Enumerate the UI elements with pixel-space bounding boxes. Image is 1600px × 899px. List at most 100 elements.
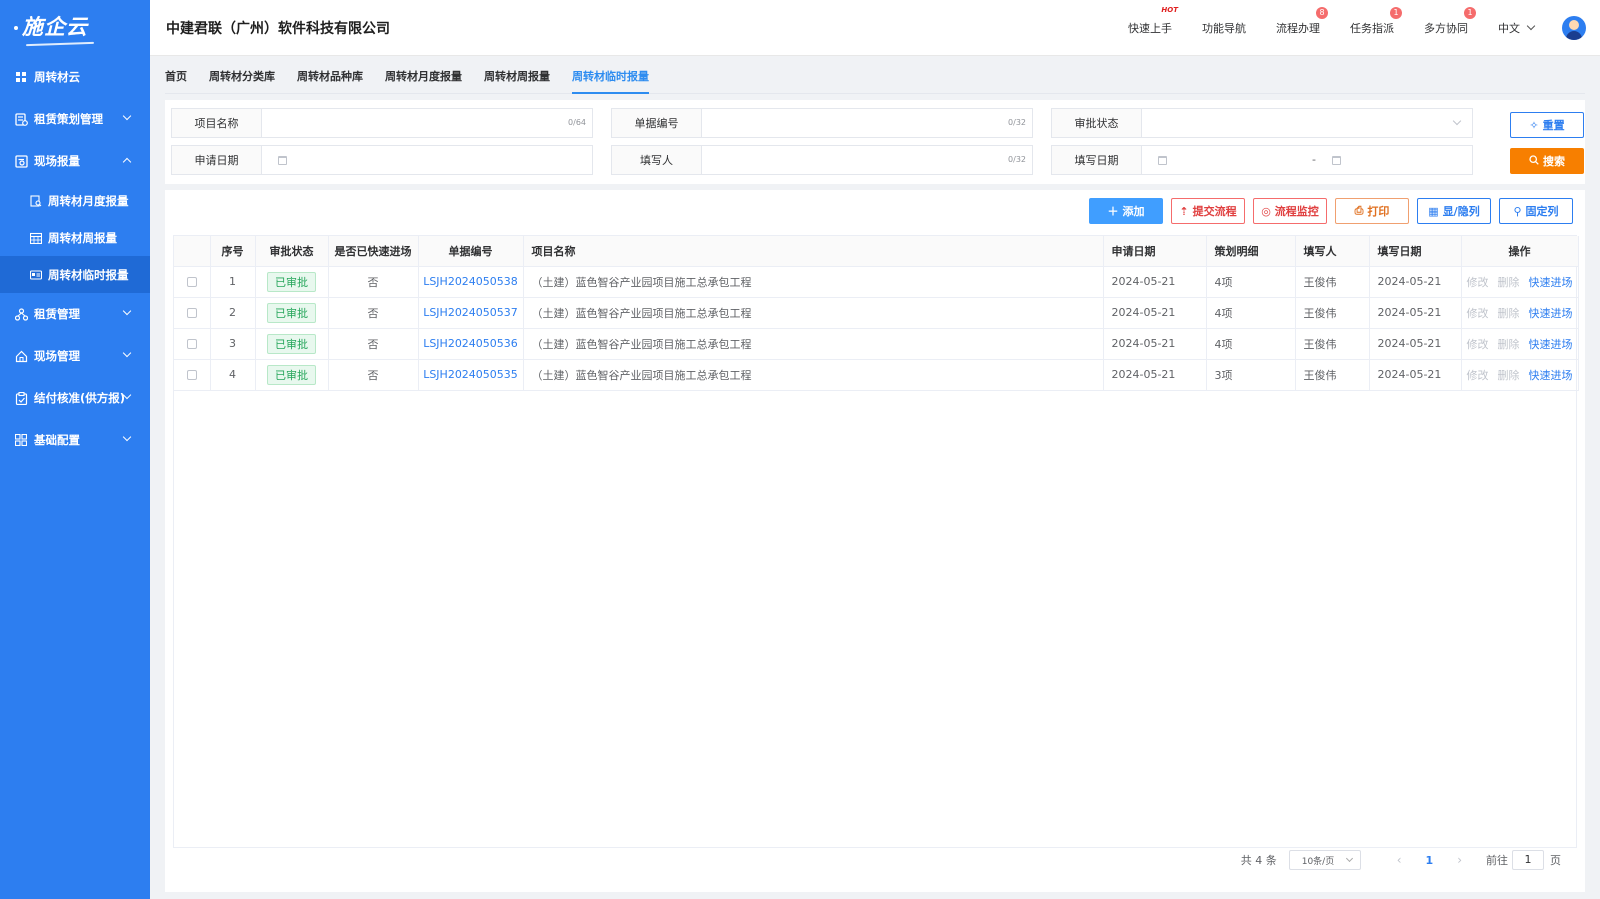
edit-link[interactable]: 修改: [1467, 307, 1489, 320]
sidebar-item-site-management[interactable]: 现场管理: [0, 335, 150, 377]
fill-date-field: 填写日期 -: [1051, 145, 1473, 175]
quick-entry-link[interactable]: 快速进场: [1529, 338, 1573, 351]
row-checkbox[interactable]: [174, 328, 211, 360]
cell-status: 已审批: [255, 266, 329, 298]
button-label: 重置: [1542, 119, 1565, 132]
nav-label: 快速上手: [1128, 22, 1172, 35]
nav-collaboration[interactable]: 多方协同 1: [1424, 7, 1476, 36]
search-button[interactable]: 搜索: [1510, 148, 1584, 174]
cell-no: 1: [210, 266, 256, 298]
print-button[interactable]: ⎙ 打印: [1335, 198, 1409, 224]
quick-entry-link[interactable]: 快速进场: [1529, 369, 1573, 382]
tab-variety-library[interactable]: 周转材品种库: [297, 64, 363, 94]
reset-button[interactable]: ✧ 重置: [1510, 112, 1584, 138]
checkbox[interactable]: [186, 339, 197, 349]
checkbox[interactable]: [186, 308, 197, 318]
doc-search-icon: [30, 194, 42, 207]
row-checkbox[interactable]: [174, 297, 211, 329]
cell-quick-entry: 否: [328, 297, 419, 329]
avatar[interactable]: [1562, 16, 1586, 40]
tab-weekly-report[interactable]: 周转材周报量: [484, 64, 550, 94]
sidebar-item-settlement-approval[interactable]: 结付核准(供方报): [0, 377, 150, 419]
row-checkbox[interactable]: [174, 359, 211, 391]
apply-date-picker[interactable]: [262, 146, 592, 174]
cell-project: （土建）蓝色智谷产业园项目施工总承包工程: [523, 266, 1104, 298]
approval-status-field: 审批状态: [1051, 108, 1473, 138]
submit-flow-button[interactable]: ⇡ 提交流程: [1171, 198, 1245, 224]
edit-link[interactable]: 修改: [1467, 338, 1489, 351]
sidebar-item-label: 现场报量: [34, 154, 80, 168]
quick-entry-link[interactable]: 快速进场: [1529, 307, 1573, 320]
delete-link[interactable]: 删除: [1498, 338, 1520, 351]
tab-monthly-report[interactable]: 周转材月度报量: [385, 64, 462, 94]
row-checkbox[interactable]: [174, 266, 211, 298]
goto-suffix: 页: [1550, 854, 1561, 867]
page-number-current[interactable]: 1: [1426, 854, 1434, 867]
field-label: 申请日期: [172, 146, 262, 174]
total-count: 共 4 条: [1240, 854, 1277, 867]
checkbox[interactable]: [186, 277, 197, 287]
goto-page-input[interactable]: 1: [1512, 850, 1544, 870]
doc-no-input[interactable]: 0/32: [702, 109, 1032, 137]
sidebar-item-basic-config[interactable]: 基础配置: [0, 419, 150, 461]
sidebar-item-label: 基础配置: [34, 433, 80, 447]
next-page-icon[interactable]: ›: [1457, 853, 1462, 867]
calendar-icon: [1332, 156, 1341, 165]
nav-function-guide[interactable]: 功能导航: [1202, 20, 1246, 36]
project-name-input[interactable]: 0/64: [262, 109, 592, 137]
nav-task-assignment[interactable]: 任务指派 1: [1350, 7, 1402, 36]
doc-no-link[interactable]: LSJH2024050538: [423, 275, 518, 288]
language-select[interactable]: 中文: [1498, 20, 1536, 36]
nav-label: 任务指派: [1350, 22, 1394, 35]
tab-category-library[interactable]: 周转材分类库: [209, 64, 275, 94]
checkbox[interactable]: [186, 370, 197, 380]
edit-link[interactable]: 修改: [1467, 369, 1489, 382]
plan-icon: [14, 112, 28, 126]
sidebar-subitem-weekly-report[interactable]: 周转材周报量: [0, 219, 150, 256]
sidebar-subitem-monthly-report[interactable]: 周转材月度报量: [0, 182, 150, 219]
org-icon: [14, 307, 28, 321]
doc-no-link[interactable]: LSJH2024050537: [423, 306, 518, 319]
delete-link[interactable]: 删除: [1498, 307, 1520, 320]
add-button[interactable]: ＋ 添加: [1089, 198, 1163, 224]
sidebar-item-lease-planning[interactable]: 租赁策划管理: [0, 98, 150, 140]
status-badge: 已审批: [267, 302, 316, 323]
field-label: 审批状态: [1052, 109, 1142, 137]
button-label: 流程监控: [1274, 205, 1319, 218]
monitor-flow-button[interactable]: ◎ 流程监控: [1253, 198, 1327, 224]
doc-no-field: 单据编号 0/32: [611, 108, 1033, 138]
sidebar-item-lease-management[interactable]: 租赁管理: [0, 293, 150, 335]
fill-date-range-picker[interactable]: -: [1142, 146, 1472, 174]
nav-quick-start[interactable]: 快速上手 HOT: [1128, 6, 1178, 36]
logo[interactable]: 施企云: [0, 0, 150, 56]
fix-columns-button[interactable]: ⚲ 固定列: [1499, 198, 1573, 224]
field-label: 单据编号: [612, 109, 702, 137]
edit-link[interactable]: 修改: [1467, 276, 1489, 289]
col-header-doc-no: 单据编号: [418, 236, 524, 267]
filler-input[interactable]: 0/32: [702, 146, 1032, 174]
language-label: 中文: [1498, 22, 1520, 35]
approval-status-select[interactable]: [1142, 109, 1472, 137]
select-all-header[interactable]: [174, 236, 211, 267]
col-header-status: 审批状态: [255, 236, 329, 267]
doc-no-link[interactable]: LSJH2024050536: [423, 337, 518, 350]
quick-entry-link[interactable]: 快速进场: [1529, 276, 1573, 289]
nav-process-handling[interactable]: 流程办理 8: [1276, 7, 1328, 36]
home-icon: [14, 349, 28, 363]
delete-link[interactable]: 删除: [1498, 369, 1520, 382]
report-icon: [14, 154, 28, 168]
col-header-ops: 操作: [1461, 236, 1579, 267]
sidebar-item-turnover-cloud[interactable]: 周转材云: [0, 56, 150, 98]
prev-page-icon[interactable]: ‹: [1397, 853, 1402, 867]
sidebar-item-label: 租赁管理: [34, 307, 80, 321]
table: 序号 审批状态 是否已快速进场 单据编号 项目名称 申请日期 策划明细 填写人 …: [174, 236, 1579, 391]
toggle-columns-button[interactable]: ▦ 显/隐列: [1417, 198, 1491, 224]
sidebar-item-site-report[interactable]: 现场报量: [0, 140, 150, 182]
upload-icon: ⇡: [1179, 204, 1189, 218]
tab-home[interactable]: 首页: [165, 64, 187, 94]
page-size-select[interactable]: 10条/页: [1288, 850, 1361, 870]
doc-no-link[interactable]: LSJH2024050535: [423, 368, 518, 381]
delete-link[interactable]: 删除: [1498, 276, 1520, 289]
tab-temporary-report[interactable]: 周转材临时报量: [572, 64, 649, 94]
sidebar-subitem-temporary-report[interactable]: 周转材临时报量: [0, 256, 150, 293]
